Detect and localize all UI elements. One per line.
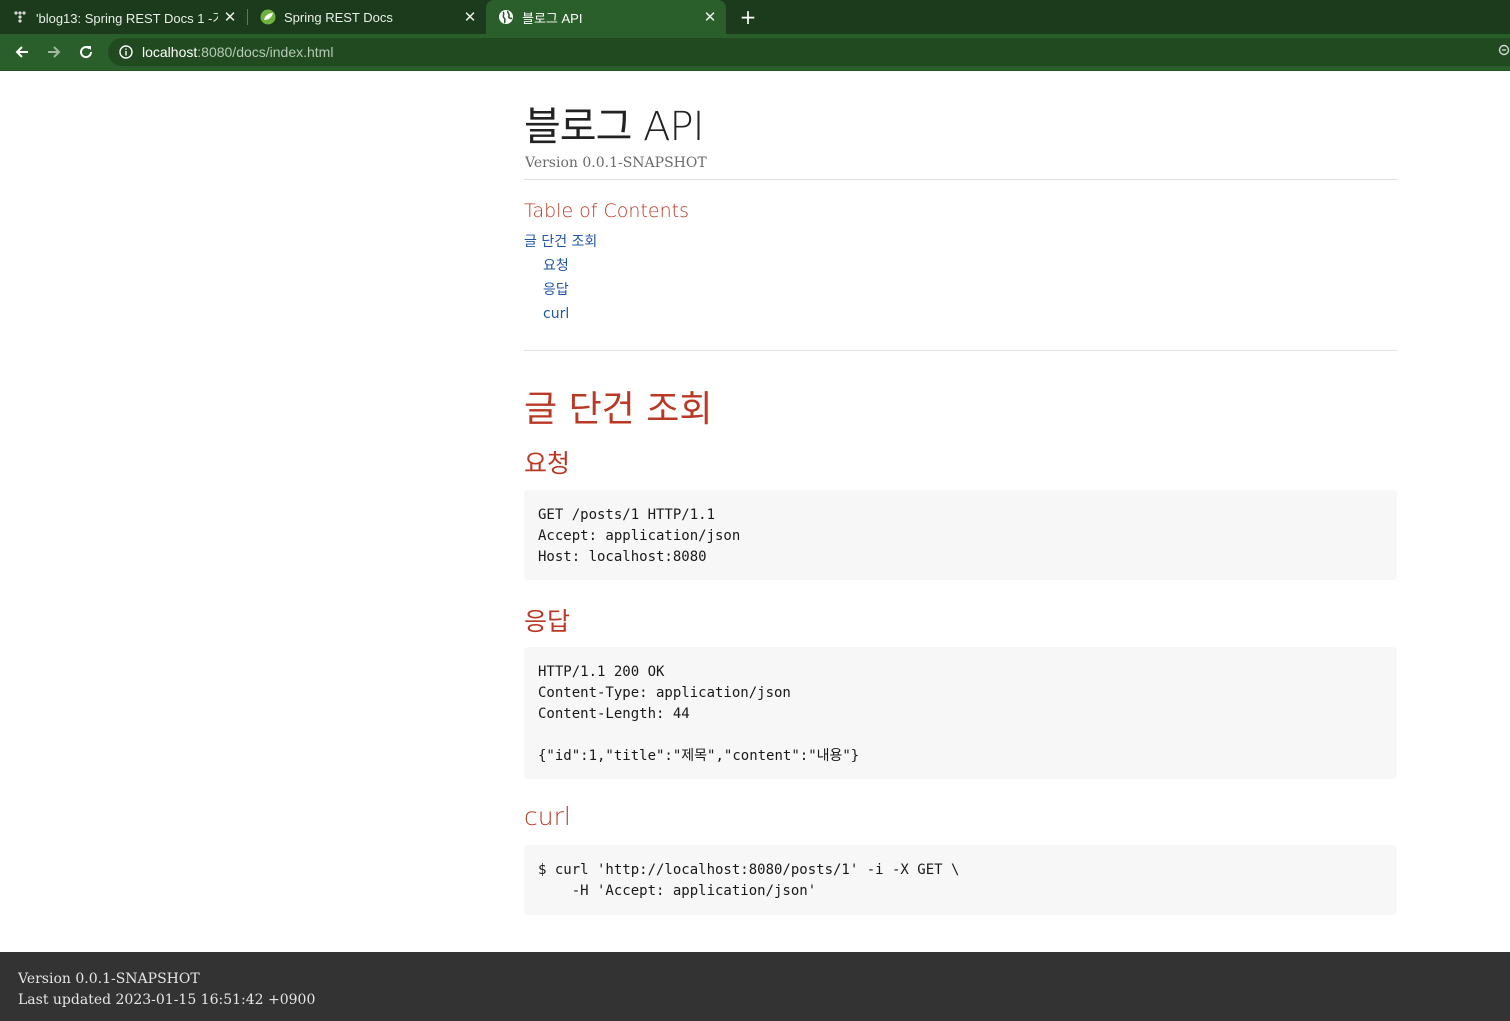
forward-button[interactable]	[40, 38, 68, 66]
toc-link-request[interactable]: 요청	[524, 256, 597, 280]
footer: Version 0.0.1-SNAPSHOT Last updated 2023…	[0, 952, 1510, 1021]
reload-icon	[80, 46, 93, 59]
new-tab-button[interactable]: +	[736, 4, 760, 30]
toc-title: Table of Contents	[524, 200, 689, 222]
request-code: GET /posts/1 HTTP/1.1 Accept: applicatio…	[538, 507, 741, 565]
request-code-block: GET /posts/1 HTTP/1.1 Accept: applicatio…	[524, 490, 1397, 580]
tistory-icon	[12, 9, 28, 25]
browser-toolbar: localhost:8080/docs/index.html	[0, 34, 1510, 71]
url-path: :8080/docs/index.html	[197, 44, 334, 60]
tab-title: Spring REST Docs	[284, 9, 393, 25]
browser-tab-blog-api[interactable]: 블로그 API ✕	[486, 0, 726, 34]
table-of-contents: 글 단건 조회 요청 응답 curl	[524, 232, 597, 328]
close-tab-icon[interactable]: ✕	[218, 8, 242, 26]
toc-divider	[524, 350, 1397, 351]
footer-version: Version 0.0.1-SNAPSHOT	[18, 971, 200, 987]
address-bar[interactable]: localhost:8080/docs/index.html	[108, 38, 1510, 66]
curl-code: $ curl 'http://localhost:8080/posts/1' -…	[538, 862, 960, 899]
curl-code-block: $ curl 'http://localhost:8080/posts/1' -…	[524, 845, 1397, 915]
toc-link-response[interactable]: 응답	[524, 280, 597, 304]
tab-title: 'blog13: Spring REST Docs 1 -기	[36, 10, 218, 26]
site-info-icon[interactable]	[118, 44, 134, 60]
close-tab-icon[interactable]: ✕	[458, 8, 482, 26]
page-title: 블로그 API	[524, 104, 704, 150]
browser-tab-spring-rest-docs[interactable]: Spring REST Docs ✕	[248, 0, 486, 34]
reload-button[interactable]	[72, 38, 100, 66]
section-heading: 글 단건 조회	[524, 389, 713, 430]
response-heading: 응답	[524, 607, 571, 636]
tab-title: 블로그 API	[522, 10, 583, 26]
curl-heading: curl	[524, 802, 571, 831]
globe-icon	[498, 9, 514, 25]
forward-arrow-icon	[48, 46, 61, 58]
toc-link-post-single[interactable]: 글 단건 조회	[524, 232, 597, 256]
back-button[interactable]	[8, 38, 36, 66]
toc-link-curl[interactable]: curl	[524, 304, 597, 328]
browser-tab-blog[interactable]: 'blog13: Spring REST Docs 1 -기 ✕	[0, 0, 246, 34]
response-code-block: HTTP/1.1 200 OK Content-Type: applicatio…	[524, 647, 1397, 779]
spring-icon	[260, 9, 276, 25]
url-text: localhost:8080/docs/index.html	[142, 44, 333, 60]
doc-version: Version 0.0.1-SNAPSHOT	[525, 155, 707, 171]
browser-tab-bar: 'blog13: Spring REST Docs 1 -기 ✕ Spring …	[0, 0, 1510, 34]
header-divider	[524, 179, 1397, 180]
footer-last-updated: Last updated 2023-01-15 16:51:42 +0900	[18, 992, 316, 1008]
zoom-icon[interactable]	[1498, 44, 1510, 56]
request-heading: 요청	[524, 449, 571, 478]
back-arrow-icon	[15, 46, 28, 58]
close-tab-icon[interactable]: ✕	[698, 8, 722, 26]
response-code: HTTP/1.1 200 OK Content-Type: applicatio…	[538, 664, 860, 764]
url-host: localhost	[142, 44, 198, 60]
